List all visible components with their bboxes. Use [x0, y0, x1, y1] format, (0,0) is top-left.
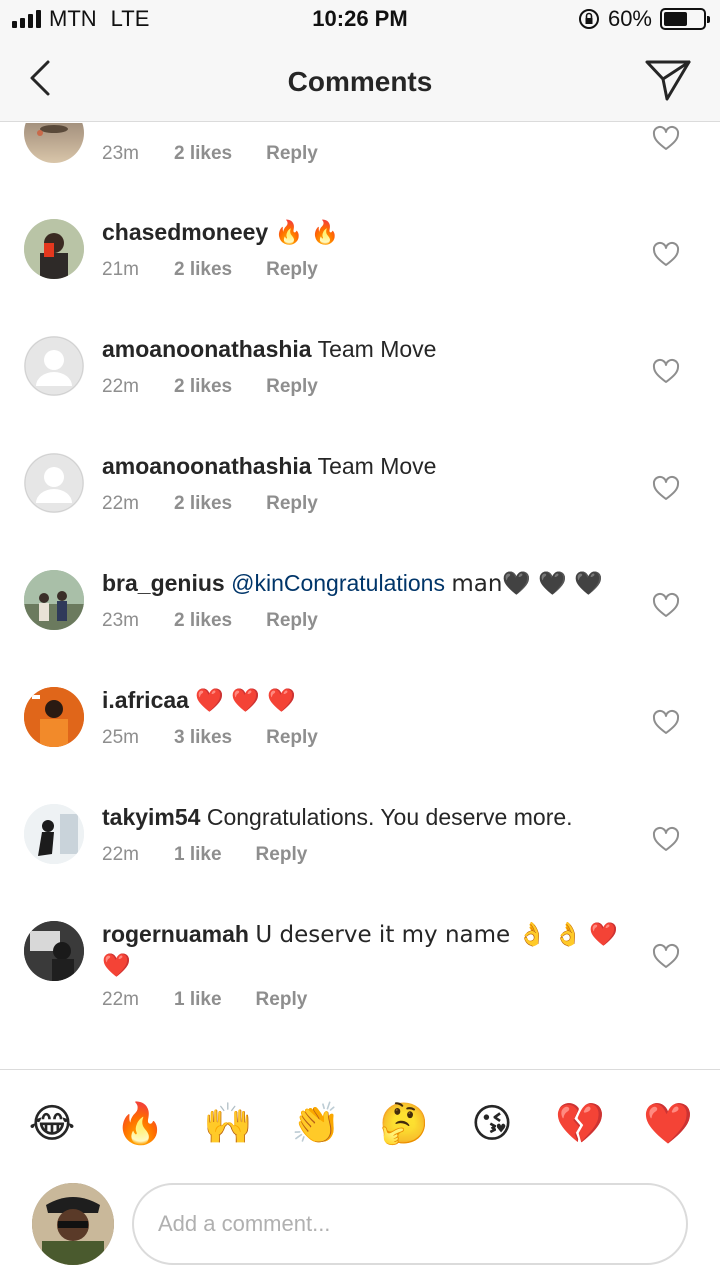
comment-username[interactable]: bra_genius	[102, 570, 225, 596]
comment-username[interactable]: chasedmoneey	[102, 219, 268, 245]
reply-button[interactable]: Reply	[256, 989, 308, 1011]
comment-time: 25m	[102, 727, 139, 748]
battery-percent: 60%	[607, 6, 652, 31]
heart-icon[interactable]	[652, 358, 680, 386]
comment-text: i.africaa ❤️ ❤️ ❤️	[102, 685, 630, 716]
comment-username[interactable]: amoanoonathashia	[102, 336, 312, 362]
comment-likes[interactable]: 2 likes	[174, 376, 232, 398]
heart-icon[interactable]	[652, 241, 680, 269]
comment-likes[interactable]: 1 like	[174, 989, 222, 1011]
comment-text: takyim54 Congratulations. You deserve mo…	[102, 802, 630, 832]
paper-plane-icon	[645, 60, 691, 101]
avatar[interactable]	[24, 453, 84, 513]
comment-body: ❤️ ❤️ ❤️	[195, 688, 296, 714]
comment-time: 22m	[102, 376, 139, 397]
heart-icon[interactable]	[652, 826, 680, 854]
reply-button[interactable]: Reply	[266, 610, 318, 632]
comment-meta: 23m 2 likes Reply	[102, 610, 318, 632]
comment-username[interactable]: rogernuamah	[102, 921, 249, 947]
emoji-heart-button[interactable]: ❤️	[642, 1098, 694, 1150]
comment-likes[interactable]: 2 likes	[174, 143, 232, 165]
comment-text: rogernuamah U deserve it my name 👌 👌 ❤️ …	[102, 919, 630, 981]
comment-mention[interactable]: @kinCongratulations	[231, 570, 445, 596]
comment-meta: 22m 1 like Reply	[102, 989, 307, 1011]
reply-button[interactable]: Reply	[256, 844, 308, 866]
comment-time: 22m	[102, 493, 139, 514]
comment-body: Team Move	[317, 453, 437, 479]
reply-button[interactable]: Reply	[266, 727, 318, 749]
comment-body: 🔥 🔥	[274, 220, 340, 246]
emoji-clapping-button[interactable]: 👏	[290, 1098, 342, 1150]
status-right: 60%	[578, 6, 710, 32]
reply-button[interactable]: Reply	[266, 259, 318, 281]
page-title: Comments	[287, 66, 433, 97]
avatar[interactable]	[24, 804, 84, 864]
comment-likes[interactable]: 1 like	[174, 844, 222, 866]
comment-text: bra_genius @kinCongratulations man🖤 🖤 🖤	[102, 568, 630, 599]
heart-icon[interactable]	[652, 125, 680, 153]
heart-icon[interactable]	[652, 709, 680, 737]
avatar[interactable]	[24, 123, 84, 163]
reply-button[interactable]: Reply	[266, 493, 318, 515]
emoji-kiss-button[interactable]: 😘	[466, 1098, 518, 1150]
avatar[interactable]	[24, 570, 84, 630]
comment-username[interactable]: amoanoonathashia	[102, 453, 312, 479]
emoji-raised-hands-button[interactable]: 🙌	[202, 1098, 254, 1150]
comment-meta: 21m 2 likes Reply	[102, 259, 318, 281]
emoji-thinking-button[interactable]: 🤔	[378, 1098, 430, 1150]
comment-likes[interactable]: 2 likes	[174, 610, 232, 632]
comment-time: 23m	[102, 143, 139, 164]
header: Comments	[0, 40, 720, 122]
avatar[interactable]	[24, 336, 84, 396]
comment-meta: 22m 2 likes Reply	[102, 376, 318, 398]
comment-composer	[0, 1179, 720, 1280]
reply-button[interactable]: Reply	[266, 376, 318, 398]
comment-meta: 25m 3 likes Reply	[102, 727, 318, 749]
avatar[interactable]	[24, 921, 84, 981]
orientation-lock-icon	[578, 9, 599, 29]
comment-time: 23m	[102, 610, 139, 631]
comment-text: chasedmoneey 🔥 🔥	[102, 217, 630, 248]
comment-likes[interactable]: 2 likes	[174, 259, 232, 281]
comment-time: 21m	[102, 259, 139, 280]
share-button[interactable]	[644, 56, 692, 104]
comment-time: 22m	[102, 989, 139, 1010]
comments-list[interactable]: 23m 2 likes Reply chasedmoneey 🔥 🔥 21m 2…	[0, 123, 720, 1069]
comment-text: amoanoonathashia Team Move	[102, 451, 630, 481]
heart-icon[interactable]	[652, 943, 680, 971]
comment-time: 22m	[102, 844, 139, 865]
avatar[interactable]	[24, 219, 84, 279]
my-avatar[interactable]	[32, 1183, 114, 1265]
comment-input[interactable]	[132, 1183, 688, 1265]
comment-body: man🖤 🖤 🖤	[451, 571, 603, 597]
heart-icon[interactable]	[652, 592, 680, 620]
heart-icon[interactable]	[652, 475, 680, 503]
emoji-broken-heart-button[interactable]: 💔	[554, 1098, 606, 1150]
emoji-bar: 😂 🔥 🙌 👏 🤔 😘 💔 ❤️	[0, 1069, 720, 1179]
comment-meta: 23m 2 likes Reply	[102, 143, 318, 165]
comment-text: amoanoonathashia Team Move	[102, 334, 630, 364]
comment-likes[interactable]: 2 likes	[174, 493, 232, 515]
avatar[interactable]	[24, 687, 84, 747]
comment-username[interactable]: i.africaa	[102, 687, 189, 713]
comment-meta: 22m 2 likes Reply	[102, 493, 318, 515]
comment-username[interactable]: takyim54	[102, 804, 200, 830]
battery-icon	[660, 8, 710, 30]
status-bar: MTN LTE 10:26 PM 60%	[0, 0, 720, 40]
comment-meta: 22m 1 like Reply	[102, 844, 307, 866]
emoji-laughing-button[interactable]: 😂	[26, 1098, 78, 1150]
reply-button[interactable]: Reply	[266, 143, 318, 165]
comment-body: Congratulations. You deserve more.	[206, 804, 573, 830]
emoji-fire-button[interactable]: 🔥	[114, 1098, 166, 1150]
comment-body: Team Move	[317, 336, 437, 362]
comment-likes[interactable]: 3 likes	[174, 727, 232, 749]
